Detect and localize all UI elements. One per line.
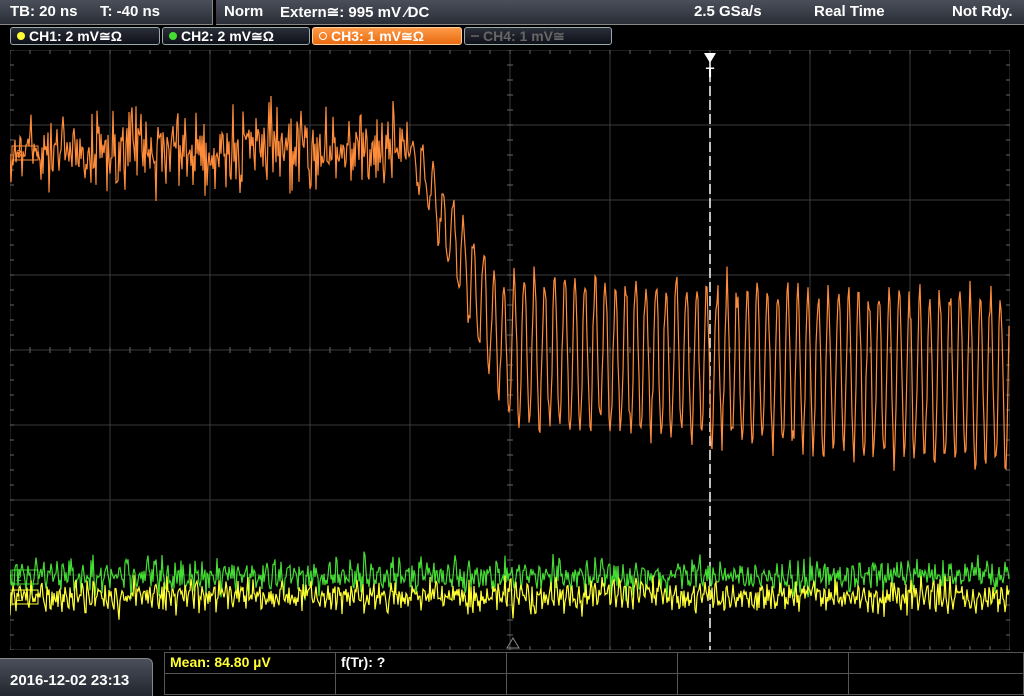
channel-bar: CH1: 2 mV≅Ω CH2: 2 mV≅Ω CH3: 1 mV≅Ω CH4:… (0, 26, 1024, 48)
trigger-status-box[interactable]: Norm Extern≅: 995 mV ∕DC 2.5 GSa/s Real … (216, 0, 1024, 25)
rise-frequency-measurement: f(Tr): ? (341, 654, 386, 670)
graticule (10, 50, 1010, 650)
measurement-cell-empty[interactable] (506, 652, 678, 674)
mean-measurement: Mean: 84.80 µV (170, 654, 271, 670)
channel-2-label: CH2: 2 mV≅Ω (181, 28, 274, 44)
channel-1-indicator-icon (17, 32, 25, 40)
channel-3-button[interactable]: CH3: 1 mV≅Ω (312, 27, 462, 45)
timebase-label: TB: 20 ns (10, 3, 78, 20)
acquisition-state-label: Not Rdy. (952, 3, 1013, 20)
channel-2-indicator-icon (169, 32, 177, 40)
measurement-cell-empty[interactable] (677, 652, 849, 674)
bottom-bar: 2016-12-02 23:13 Mean: 84.80 µV f(Tr): ? (0, 652, 1024, 696)
svg-text:2: 2 (16, 573, 22, 584)
channel-1-button[interactable]: CH1: 2 mV≅Ω (10, 27, 160, 45)
channel-1-label: CH1: 2 mV≅Ω (29, 28, 122, 44)
channel-4-label: CH4: 1 mV≅ (483, 28, 565, 44)
measurement-cell-empty[interactable] (335, 673, 507, 695)
horizontal-position-icon (506, 637, 520, 649)
svg-text:1: 1 (16, 593, 22, 604)
date-time-box: 2016-12-02 23:13 (0, 658, 153, 696)
measurement-cell-empty[interactable] (164, 673, 336, 695)
trigger-mode-label: Norm (224, 3, 264, 20)
channel-3-label: CH3: 1 mV≅Ω (331, 28, 424, 44)
channel-4-indicator-icon (471, 35, 479, 37)
channel-2-button[interactable]: CH2: 2 mV≅Ω (162, 27, 310, 45)
measurement-panel[interactable]: Mean: 84.80 µV f(Tr): ? (164, 652, 1024, 695)
date-time-label: 2016-12-02 23:13 (10, 672, 130, 689)
measurement-cell-empty[interactable] (848, 673, 1024, 695)
trigger-offset-label: T: -40 ns (100, 3, 161, 20)
trigger-source-label: Extern≅: 995 mV ∕DC (280, 4, 430, 21)
sample-rate-label: 2.5 GSa/s (694, 3, 762, 20)
timebase-box[interactable]: TB: 20 ns T: -40 ns (0, 0, 213, 25)
measurement-cell-empty[interactable] (506, 673, 678, 695)
acquisition-mode-label: Real Time (814, 3, 885, 20)
top-status-bar: TB: 20 ns T: -40 ns Norm Extern≅: 995 mV… (0, 0, 1024, 26)
measurement-cell-empty[interactable] (848, 652, 1024, 674)
measurement-cell-empty[interactable] (677, 673, 849, 695)
waveform-display[interactable]: T 3 2 1 (10, 50, 1010, 650)
trigger-marker-label: T (706, 64, 715, 80)
channel-3-indicator-icon (319, 32, 327, 40)
channel-4-button[interactable]: CH4: 1 mV≅ (464, 27, 612, 45)
svg-text:3: 3 (16, 149, 22, 160)
